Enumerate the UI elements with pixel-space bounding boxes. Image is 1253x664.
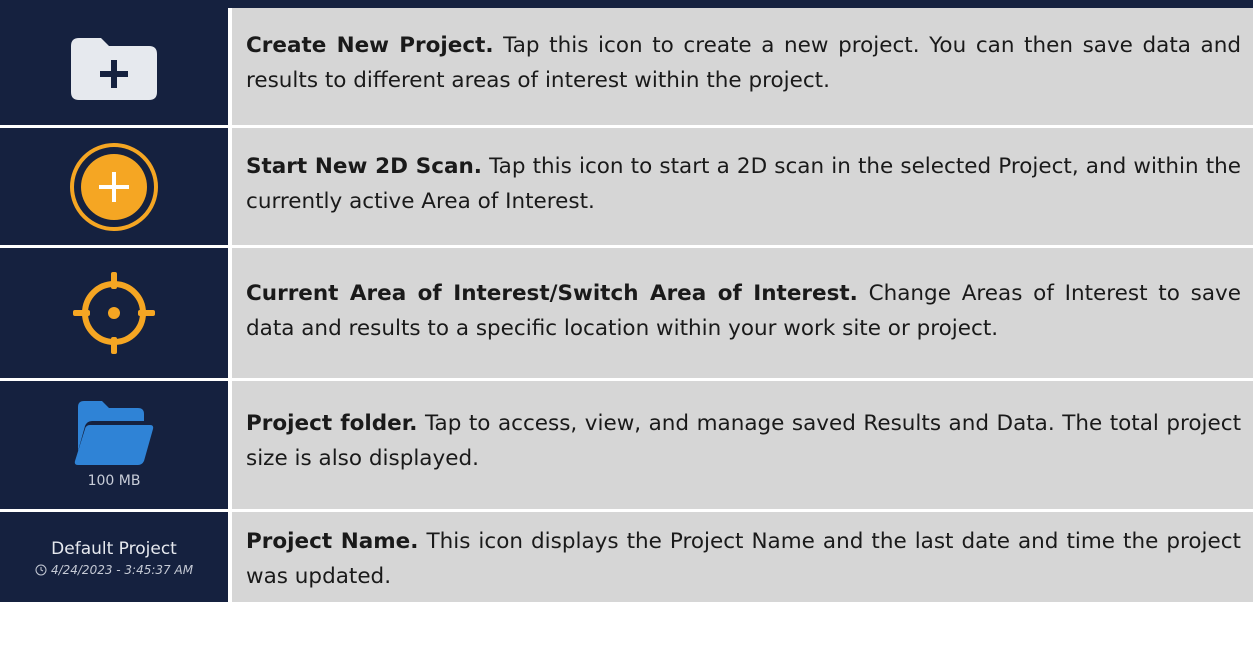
- row-title: Project Name.: [246, 529, 419, 554]
- row-title: Project folder.: [246, 411, 418, 436]
- project-date-text: 4/24/2023 - 3:45:37 AM: [50, 562, 194, 577]
- icon-cell: [0, 248, 228, 378]
- table-row: Start New 2D Scan. Tap this icon to star…: [0, 128, 1253, 245]
- description-cell: Project Name. This icon displays the Pro…: [232, 512, 1253, 602]
- folder-plus-icon: [71, 37, 157, 100]
- table-row: Default Project 4/24/2023 - 3:45:37 AM P…: [0, 512, 1253, 602]
- description-cell: Start New 2D Scan. Tap this icon to star…: [232, 128, 1253, 245]
- description-cell: Create New Project. Tap this icon to cre…: [232, 8, 1253, 125]
- row-title: Current Area of Interest/Switch Area of …: [246, 281, 858, 306]
- row-title: Start New 2D Scan.: [246, 154, 482, 179]
- description-cell: Current Area of Interest/Switch Area of …: [232, 248, 1253, 378]
- project-name: Default Project: [51, 538, 177, 559]
- icon-cell: [0, 8, 228, 125]
- project-size-label: 100 MB: [87, 473, 141, 489]
- row-title: Create New Project.: [246, 33, 494, 58]
- plus-circle-icon: [70, 142, 158, 231]
- icon-reference-table: Create New Project. Tap this icon to cre…: [0, 8, 1253, 602]
- top-bar: [0, 0, 1253, 8]
- table-row: 100 MB Project folder. Tap to access, vi…: [0, 381, 1253, 509]
- project-name-widget: Default Project 4/24/2023 - 3:45:37 AM: [0, 538, 228, 577]
- table-row: Current Area of Interest/Switch Area of …: [0, 248, 1253, 378]
- crosshair-icon: [73, 272, 155, 354]
- clock-icon: [35, 564, 47, 575]
- icon-cell: 100 MB: [0, 381, 228, 509]
- open-folder-icon: [74, 401, 154, 465]
- description-cell: Project folder. Tap to access, view, and…: [232, 381, 1253, 509]
- icon-cell: [0, 128, 228, 245]
- project-date: 4/24/2023 - 3:45:37 AM: [35, 563, 193, 577]
- table-row: Create New Project. Tap this icon to cre…: [0, 8, 1253, 125]
- icon-cell: Default Project 4/24/2023 - 3:45:37 AM: [0, 512, 228, 602]
